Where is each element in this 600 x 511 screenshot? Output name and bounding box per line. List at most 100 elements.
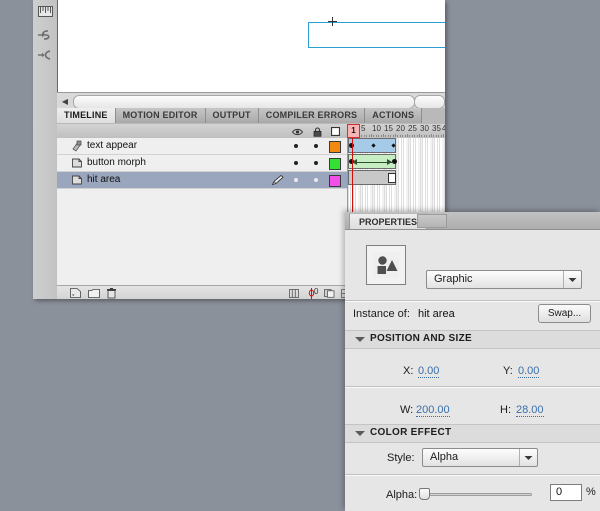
ruler-tick xyxy=(385,135,387,137)
panel-tab-bar: TIMELINE MOTION EDITOR OUTPUT COMPILER E… xyxy=(57,108,445,125)
chevron-down-icon[interactable] xyxy=(563,271,581,288)
tab-actions[interactable]: ACTIONS xyxy=(365,108,423,123)
ruler-tick xyxy=(371,134,372,137)
tab-properties[interactable]: PROPERTIES xyxy=(349,213,428,229)
delete-layer-icon[interactable] xyxy=(105,287,118,299)
alpha-label: Alpha: xyxy=(386,489,418,501)
w-label: W: xyxy=(400,404,414,416)
layer-visibility-dot[interactable] xyxy=(294,178,298,182)
lock-icon[interactable] xyxy=(312,126,323,137)
layer-color-swatch[interactable] xyxy=(329,141,341,153)
ruler-tool-icon[interactable] xyxy=(36,2,55,21)
frame-row-text-appear[interactable] xyxy=(348,138,445,154)
timeline-ruler[interactable]: 1 5 10 15 20 25 30 35 40 xyxy=(347,124,445,138)
layer-row-hit-area[interactable]: hit area xyxy=(57,172,347,189)
ruler-label-20: 20 xyxy=(396,124,405,133)
tab-compiler-errors[interactable]: COMPILER ERRORS xyxy=(258,108,366,123)
eye-icon[interactable] xyxy=(292,126,303,137)
tab-timeline[interactable]: TIMELINE xyxy=(57,108,116,123)
swap-button[interactable]: Swap... xyxy=(538,304,591,323)
section-title: COLOR EFFECT xyxy=(370,427,452,438)
scrollbar-thumb[interactable] xyxy=(73,95,415,109)
style-label: Style: xyxy=(387,452,415,464)
ruler-tick xyxy=(395,134,396,137)
frame-view-icon[interactable] xyxy=(287,287,300,299)
h-label: H: xyxy=(500,404,511,416)
alpha-slider-track[interactable] xyxy=(422,493,532,496)
ruler-tick xyxy=(419,134,420,137)
ruler-tick xyxy=(409,135,411,137)
ruler-label-25: 25 xyxy=(408,124,417,133)
screen-root: ◀ TIMELINE MOTION EDITOR OUTPUT COMPILER… xyxy=(0,0,600,511)
tab-placeholder[interactable] xyxy=(417,214,447,228)
y-value[interactable]: 0.00 xyxy=(518,365,540,378)
graphic-symbol-icon xyxy=(366,245,406,285)
scrollbar-thumb-secondary[interactable] xyxy=(414,95,445,109)
color-style-dropdown[interactable]: Alpha xyxy=(422,448,538,467)
color-effect-section-header[interactable]: COLOR EFFECT xyxy=(345,424,600,443)
position-size-section-header[interactable]: POSITION AND SIZE xyxy=(345,330,600,349)
layer-row-text-appear[interactable]: text appear xyxy=(57,138,347,155)
ruler-tick xyxy=(373,135,375,137)
ruler-label-5: 5 xyxy=(361,124,366,133)
playhead-frame-indicator[interactable]: 1 xyxy=(347,124,360,138)
layer-lock-dot[interactable] xyxy=(314,161,318,165)
current-frame-readout: 0 xyxy=(314,287,319,296)
ruler-tick xyxy=(366,135,368,137)
alpha-slider-thumb[interactable] xyxy=(419,488,430,500)
alpha-value-field[interactable]: 0 xyxy=(550,484,582,501)
ruler-tick xyxy=(423,135,425,137)
symbol-type-dropdown[interactable]: Graphic xyxy=(426,270,582,289)
ruler-tick xyxy=(399,135,401,137)
ruler-tick xyxy=(414,135,416,137)
layer-visibility-dot[interactable] xyxy=(294,161,298,165)
disclosure-triangle-icon[interactable] xyxy=(355,431,365,436)
tab-motion-editor[interactable]: MOTION EDITOR xyxy=(115,108,206,123)
x-label: X: xyxy=(403,365,414,377)
layer-name-text: button morph xyxy=(87,157,146,168)
layer-visibility-dot[interactable] xyxy=(294,144,298,148)
tab-output[interactable]: OUTPUT xyxy=(205,108,259,123)
layer-lock-dot[interactable] xyxy=(314,144,318,148)
snap-to-path-icon[interactable] xyxy=(36,26,55,45)
ruler-tick xyxy=(380,135,382,137)
alpha-unit-label: % xyxy=(586,486,596,498)
new-layer-icon[interactable] xyxy=(69,287,82,299)
ruler-tick xyxy=(407,134,408,137)
frame-row-hit-area[interactable] xyxy=(348,170,445,186)
registration-crosshair-icon xyxy=(328,17,337,26)
chevron-down-icon[interactable] xyxy=(519,449,537,466)
layer-color-swatch[interactable] xyxy=(329,175,341,187)
frame-row-button-morph[interactable] xyxy=(348,154,445,170)
layer-name-text: text appear xyxy=(87,140,138,151)
ruler-label-10: 10 xyxy=(372,124,381,133)
ruler-tick xyxy=(421,135,423,137)
properties-panel: PROPERTIES Graphic Instance of: hit area… xyxy=(345,212,600,511)
end-frame-box[interactable] xyxy=(388,173,396,183)
ruler-tick xyxy=(433,135,435,137)
keyframe-marker[interactable] xyxy=(392,159,397,164)
ruler-tick xyxy=(387,135,389,137)
scroll-left-arrow-icon[interactable]: ◀ xyxy=(59,95,71,107)
guide-layer-icon xyxy=(71,140,83,152)
stage-canvas[interactable] xyxy=(57,0,445,92)
disclosure-triangle-icon[interactable] xyxy=(355,337,365,342)
ruler-tick xyxy=(363,135,365,137)
layer-row-button-morph[interactable]: button morph xyxy=(57,155,347,172)
smooth-curve-icon[interactable] xyxy=(36,46,55,65)
symbol-type-value: Graphic xyxy=(434,273,473,285)
ruler-tick xyxy=(404,135,406,137)
h-value[interactable]: 28.00 xyxy=(516,404,544,417)
onion-skin-icon[interactable] xyxy=(323,287,336,299)
layer-color-swatch[interactable] xyxy=(329,158,341,170)
show-outlines-icon[interactable] xyxy=(330,126,341,137)
new-folder-icon[interactable] xyxy=(87,287,100,299)
w-value[interactable]: 200.00 xyxy=(416,404,450,417)
layer-lock-dot[interactable] xyxy=(314,178,318,182)
instance-of-label: Instance of: xyxy=(353,308,410,320)
timeline-header: 1 5 10 15 20 25 30 35 40 xyxy=(57,124,445,139)
x-value[interactable]: 0.00 xyxy=(418,365,440,378)
instance-name-value: hit area xyxy=(418,308,455,320)
layer-column-icons xyxy=(287,124,347,138)
ruler-tick xyxy=(383,134,384,137)
